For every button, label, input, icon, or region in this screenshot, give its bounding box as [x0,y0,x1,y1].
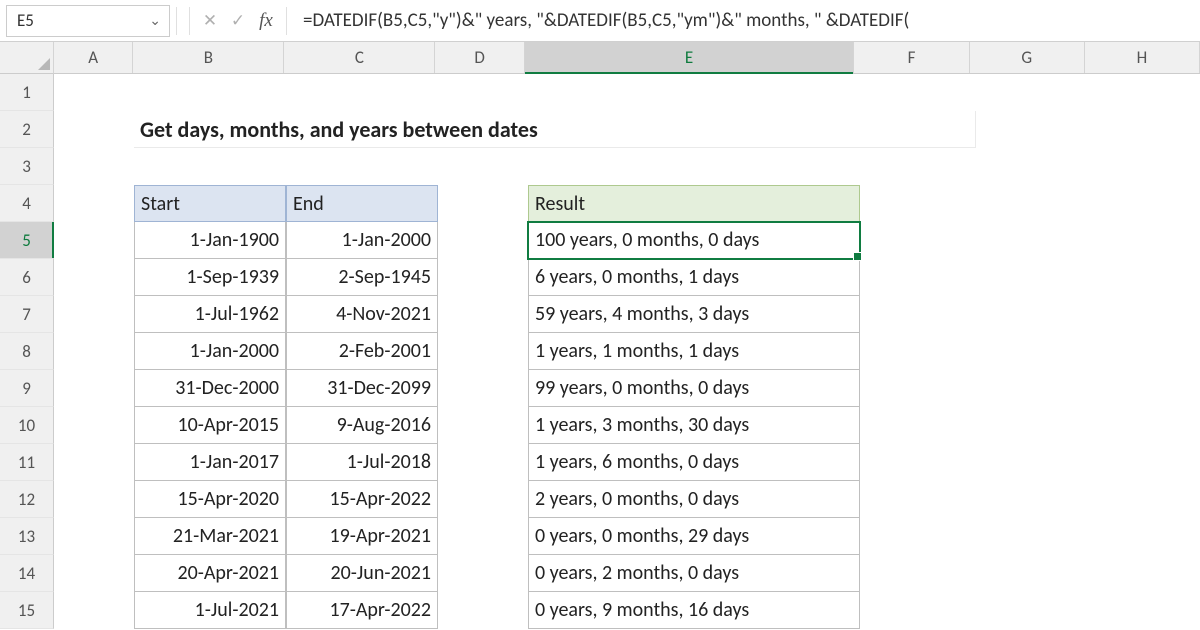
result-cell[interactable]: 1 years, 6 months, 0 days [528,444,860,481]
end-cell[interactable]: 2-Feb-2001 [286,333,438,370]
end-cell[interactable]: 20-Jun-2021 [286,555,438,592]
start-cell[interactable]: 20-Apr-2021 [134,555,286,592]
result-cell[interactable]: 1 years, 1 months, 1 days [528,333,860,370]
enter-formula-button[interactable]: ✓ [224,7,252,35]
start-cell[interactable]: 1-Jul-2021 [134,592,286,629]
header-end[interactable]: End [286,185,438,222]
formula-input[interactable]: =DATEDIF(B5,C5,"y")&" years, "&DATEDIF(B… [293,5,1200,37]
column-header-E[interactable]: E [525,42,855,73]
end-cell[interactable]: 9-Aug-2016 [286,407,438,444]
column-headers: ABCDEFGH [54,42,1200,74]
row-header-13[interactable]: 13 [0,518,54,555]
row-header-4[interactable]: 4 [0,185,54,222]
column-header-A[interactable]: A [54,42,133,73]
end-cell[interactable]: 31-Dec-2099 [286,370,438,407]
result-cell[interactable]: 99 years, 0 months, 0 days [528,370,860,407]
end-cell[interactable]: 19-Apr-2021 [286,518,438,555]
start-cell[interactable]: 1-Jan-2017 [134,444,286,481]
insert-function-button[interactable]: fx [252,7,280,35]
end-cell[interactable]: 17-Apr-2022 [286,592,438,629]
row-header-12[interactable]: 12 [0,481,54,518]
start-cell[interactable]: 10-Apr-2015 [134,407,286,444]
formula-bar: E5 ⌄ ✕ ✓ fx =DATEDIF(B5,C5,"y")&" years,… [0,0,1200,42]
formula-text: =DATEDIF(B5,C5,"y")&" years, "&DATEDIF(B… [303,9,909,32]
row-header-3[interactable]: 3 [0,148,54,185]
row-header-1[interactable]: 1 [0,74,54,111]
column-header-C[interactable]: C [284,42,435,73]
result-cell[interactable]: 6 years, 0 months, 1 days [528,259,860,296]
start-cell[interactable]: 31-Dec-2000 [134,370,286,407]
end-cell[interactable]: 1-Jan-2000 [286,222,438,259]
row-header-6[interactable]: 6 [0,259,54,296]
result-cell[interactable]: 2 years, 0 months, 0 days [528,481,860,518]
title-cell[interactable]: Get days, months, and years between date… [134,111,976,148]
column-header-B[interactable]: B [133,42,284,73]
start-cell[interactable]: 15-Apr-2020 [134,481,286,518]
end-cell[interactable]: 15-Apr-2022 [286,481,438,518]
result-cell[interactable]: 1 years, 3 months, 30 days [528,407,860,444]
column-header-G[interactable]: G [970,42,1085,73]
name-box[interactable]: E5 ⌄ [6,5,170,37]
cancel-formula-button[interactable]: ✕ [196,7,224,35]
row-headers: 123456789101112131415 [0,74,54,629]
start-cell[interactable]: 1-Jan-1900 [134,222,286,259]
separator [286,7,287,35]
row-header-11[interactable]: 11 [0,444,54,481]
end-cell[interactable]: 2-Sep-1945 [286,259,438,296]
start-cell[interactable]: 1-Jul-1962 [134,296,286,333]
end-cell[interactable]: 1-Jul-2018 [286,444,438,481]
row-header-7[interactable]: 7 [0,296,54,333]
result-cell[interactable]: 0 years, 0 months, 29 days [528,518,860,555]
separator [176,7,177,35]
column-header-D[interactable]: D [435,42,524,73]
result-cell[interactable]: 59 years, 4 months, 3 days [528,296,860,333]
header-start[interactable]: Start [134,185,286,222]
grid[interactable]: Get days, months, and years between date… [54,74,1200,630]
row-header-14[interactable]: 14 [0,555,54,592]
row-header-8[interactable]: 8 [0,333,54,370]
start-cell[interactable]: 1-Sep-1939 [134,259,286,296]
result-cell[interactable]: 0 years, 2 months, 0 days [528,555,860,592]
end-cell[interactable]: 4-Nov-2021 [286,296,438,333]
chevron-down-icon[interactable]: ⌄ [149,12,161,29]
start-cell[interactable]: 21-Mar-2021 [134,518,286,555]
separator [189,7,190,35]
header-result[interactable]: Result [528,185,860,222]
name-box-value: E5 [17,10,34,31]
start-cell[interactable]: 1-Jan-2000 [134,333,286,370]
row-header-5[interactable]: 5 [0,222,54,259]
select-all-button[interactable] [0,42,54,74]
column-header-F[interactable]: F [854,42,969,73]
column-header-H[interactable]: H [1085,42,1200,73]
result-cell[interactable]: 0 years, 9 months, 16 days [528,592,860,629]
result-cell[interactable]: 100 years, 0 months, 0 days [528,222,860,259]
row-header-15[interactable]: 15 [0,592,54,629]
row-header-2[interactable]: 2 [0,111,54,148]
row-header-9[interactable]: 9 [0,370,54,407]
row-header-10[interactable]: 10 [0,407,54,444]
